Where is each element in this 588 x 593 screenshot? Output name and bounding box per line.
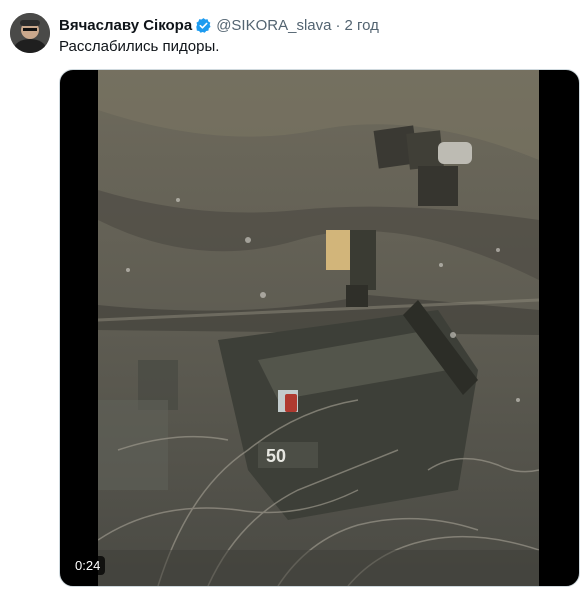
tweet-timestamp[interactable]: 2 год — [344, 17, 378, 34]
author-name[interactable]: Вячаславу Сікора — [59, 17, 192, 34]
video-player[interactable]: 50 0:24 — [59, 69, 580, 587]
verified-badge-icon — [195, 17, 212, 34]
video-duration-badge: 0:24 — [70, 556, 106, 575]
video-frame: 50 — [98, 70, 539, 586]
separator-dot: · — [335, 16, 341, 34]
author-handle[interactable]: @SIKORA_slava — [216, 17, 331, 34]
tweet-text: Расслабились пидоры. — [59, 38, 220, 55]
avatar-image — [10, 13, 50, 53]
tweet-card[interactable]: Вячаславу Сікора @SIKORA_slava · 2 год Р… — [0, 0, 588, 593]
avatar[interactable] — [10, 13, 50, 53]
vehicle-number-text: 50 — [266, 446, 286, 466]
tweet-header: Вячаславу Сікора @SIKORA_slava · 2 год — [59, 15, 379, 35]
